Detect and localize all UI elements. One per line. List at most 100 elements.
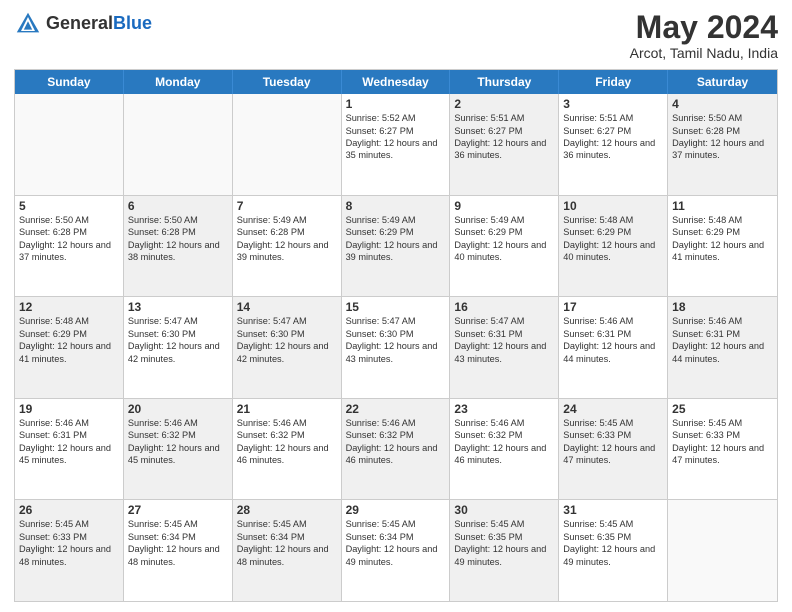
sunrise-text: Sunrise: 5:46 AM [237, 417, 337, 429]
daylight-text: Daylight: 12 hours and 47 minutes. [563, 442, 663, 467]
logo-general: General [46, 13, 113, 33]
calendar-cell: 24Sunrise: 5:45 AMSunset: 6:33 PMDayligh… [559, 399, 668, 500]
day-number: 24 [563, 402, 663, 416]
sunrise-text: Sunrise: 5:47 AM [454, 315, 554, 327]
sunset-text: Sunset: 6:35 PM [563, 531, 663, 543]
daylight-text: Daylight: 12 hours and 37 minutes. [672, 137, 773, 162]
sunrise-text: Sunrise: 5:51 AM [454, 112, 554, 124]
calendar-cell: 6Sunrise: 5:50 AMSunset: 6:28 PMDaylight… [124, 196, 233, 297]
day-number: 18 [672, 300, 773, 314]
day-number: 27 [128, 503, 228, 517]
sunset-text: Sunset: 6:29 PM [454, 226, 554, 238]
sunrise-text: Sunrise: 5:48 AM [563, 214, 663, 226]
day-number: 8 [346, 199, 446, 213]
calendar-cell: 30Sunrise: 5:45 AMSunset: 6:35 PMDayligh… [450, 500, 559, 601]
sunrise-text: Sunrise: 5:46 AM [672, 315, 773, 327]
sunrise-text: Sunrise: 5:46 AM [563, 315, 663, 327]
day-number: 21 [237, 402, 337, 416]
sunset-text: Sunset: 6:32 PM [346, 429, 446, 441]
sunset-text: Sunset: 6:34 PM [346, 531, 446, 543]
daylight-text: Daylight: 12 hours and 46 minutes. [454, 442, 554, 467]
day-number: 30 [454, 503, 554, 517]
daylight-text: Daylight: 12 hours and 45 minutes. [128, 442, 228, 467]
sunset-text: Sunset: 6:31 PM [454, 328, 554, 340]
sunset-text: Sunset: 6:35 PM [454, 531, 554, 543]
calendar-cell: 19Sunrise: 5:46 AMSunset: 6:31 PMDayligh… [15, 399, 124, 500]
calendar-cell: 3Sunrise: 5:51 AMSunset: 6:27 PMDaylight… [559, 94, 668, 195]
day-number: 22 [346, 402, 446, 416]
calendar-cell: 11Sunrise: 5:48 AMSunset: 6:29 PMDayligh… [668, 196, 777, 297]
sunrise-text: Sunrise: 5:45 AM [563, 417, 663, 429]
daylight-text: Daylight: 12 hours and 45 minutes. [19, 442, 119, 467]
day-number: 17 [563, 300, 663, 314]
daylight-text: Daylight: 12 hours and 47 minutes. [672, 442, 773, 467]
sunset-text: Sunset: 6:31 PM [563, 328, 663, 340]
sunrise-text: Sunrise: 5:50 AM [672, 112, 773, 124]
sunrise-text: Sunrise: 5:47 AM [128, 315, 228, 327]
logo: GeneralBlue [14, 10, 152, 38]
day-number: 6 [128, 199, 228, 213]
calendar-cell: 22Sunrise: 5:46 AMSunset: 6:32 PMDayligh… [342, 399, 451, 500]
sunset-text: Sunset: 6:31 PM [672, 328, 773, 340]
calendar-body: 1Sunrise: 5:52 AMSunset: 6:27 PMDaylight… [15, 94, 777, 601]
sunset-text: Sunset: 6:33 PM [19, 531, 119, 543]
sunset-text: Sunset: 6:32 PM [454, 429, 554, 441]
calendar-row: 12Sunrise: 5:48 AMSunset: 6:29 PMDayligh… [15, 296, 777, 398]
calendar-cell [233, 94, 342, 195]
calendar-cell: 7Sunrise: 5:49 AMSunset: 6:28 PMDaylight… [233, 196, 342, 297]
page: GeneralBlue May 2024 Arcot, Tamil Nadu, … [0, 0, 792, 612]
daylight-text: Daylight: 12 hours and 46 minutes. [237, 442, 337, 467]
day-number: 11 [672, 199, 773, 213]
calendar-cell: 23Sunrise: 5:46 AMSunset: 6:32 PMDayligh… [450, 399, 559, 500]
logo-blue: Blue [113, 13, 152, 33]
calendar-cell: 10Sunrise: 5:48 AMSunset: 6:29 PMDayligh… [559, 196, 668, 297]
sunset-text: Sunset: 6:28 PM [19, 226, 119, 238]
header: GeneralBlue May 2024 Arcot, Tamil Nadu, … [14, 10, 778, 61]
day-number: 9 [454, 199, 554, 213]
calendar-cell: 17Sunrise: 5:46 AMSunset: 6:31 PMDayligh… [559, 297, 668, 398]
sunrise-text: Sunrise: 5:45 AM [346, 518, 446, 530]
calendar-cell: 29Sunrise: 5:45 AMSunset: 6:34 PMDayligh… [342, 500, 451, 601]
sunset-text: Sunset: 6:33 PM [563, 429, 663, 441]
calendar-cell [668, 500, 777, 601]
sunrise-text: Sunrise: 5:50 AM [128, 214, 228, 226]
calendar-cell: 2Sunrise: 5:51 AMSunset: 6:27 PMDaylight… [450, 94, 559, 195]
sunset-text: Sunset: 6:29 PM [672, 226, 773, 238]
day-number: 26 [19, 503, 119, 517]
sunrise-text: Sunrise: 5:46 AM [346, 417, 446, 429]
sunrise-text: Sunrise: 5:45 AM [128, 518, 228, 530]
day-number: 1 [346, 97, 446, 111]
daylight-text: Daylight: 12 hours and 39 minutes. [237, 239, 337, 264]
calendar-cell: 12Sunrise: 5:48 AMSunset: 6:29 PMDayligh… [15, 297, 124, 398]
sunrise-text: Sunrise: 5:45 AM [672, 417, 773, 429]
sunset-text: Sunset: 6:30 PM [346, 328, 446, 340]
calendar-header: SundayMondayTuesdayWednesdayThursdayFrid… [15, 70, 777, 94]
daylight-text: Daylight: 12 hours and 36 minutes. [454, 137, 554, 162]
daylight-text: Daylight: 12 hours and 35 minutes. [346, 137, 446, 162]
sunset-text: Sunset: 6:32 PM [128, 429, 228, 441]
sunset-text: Sunset: 6:33 PM [672, 429, 773, 441]
day-number: 28 [237, 503, 337, 517]
day-number: 12 [19, 300, 119, 314]
calendar-cell: 18Sunrise: 5:46 AMSunset: 6:31 PMDayligh… [668, 297, 777, 398]
day-number: 15 [346, 300, 446, 314]
sunset-text: Sunset: 6:29 PM [563, 226, 663, 238]
daylight-text: Daylight: 12 hours and 41 minutes. [672, 239, 773, 264]
calendar-cell: 31Sunrise: 5:45 AMSunset: 6:35 PMDayligh… [559, 500, 668, 601]
calendar-cell: 26Sunrise: 5:45 AMSunset: 6:33 PMDayligh… [15, 500, 124, 601]
day-number: 19 [19, 402, 119, 416]
daylight-text: Daylight: 12 hours and 38 minutes. [128, 239, 228, 264]
daylight-text: Daylight: 12 hours and 48 minutes. [19, 543, 119, 568]
calendar-cell: 25Sunrise: 5:45 AMSunset: 6:33 PMDayligh… [668, 399, 777, 500]
sunset-text: Sunset: 6:28 PM [237, 226, 337, 238]
day-number: 13 [128, 300, 228, 314]
weekday-header: Wednesday [342, 70, 451, 94]
sunrise-text: Sunrise: 5:45 AM [454, 518, 554, 530]
daylight-text: Daylight: 12 hours and 48 minutes. [128, 543, 228, 568]
sunrise-text: Sunrise: 5:45 AM [237, 518, 337, 530]
sunrise-text: Sunrise: 5:49 AM [346, 214, 446, 226]
calendar-cell [124, 94, 233, 195]
daylight-text: Daylight: 12 hours and 44 minutes. [672, 340, 773, 365]
sunset-text: Sunset: 6:30 PM [237, 328, 337, 340]
calendar-cell: 14Sunrise: 5:47 AMSunset: 6:30 PMDayligh… [233, 297, 342, 398]
